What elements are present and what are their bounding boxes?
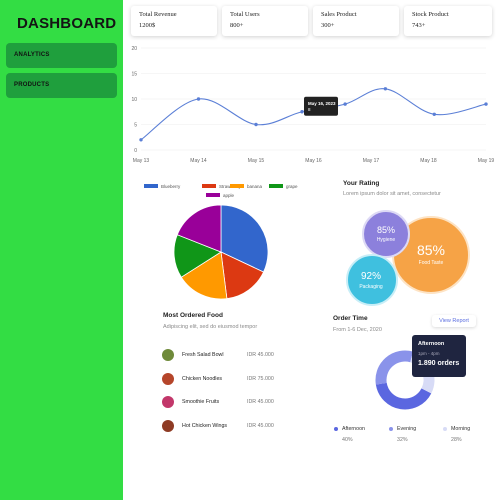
- chart-tooltip: May 16, 20238: [304, 96, 338, 116]
- legend-dot: [334, 426, 338, 431]
- bubble-packaging-label: Packaging: [359, 284, 383, 290]
- view-report-button[interactable]: View Report: [432, 315, 476, 327]
- food-name: Hot Chicken Wings: [182, 423, 228, 429]
- tooltip-title: May 16, 2023: [308, 101, 336, 106]
- legend-morning: Morning 28%: [443, 426, 470, 443]
- dashboard-title: DASHBOARD: [17, 15, 117, 32]
- food-price: IDR 45.000: [247, 399, 274, 405]
- stat-title: Stock Product: [412, 11, 449, 18]
- order-time-subtitle: From 1-6 Dec, 2020: [333, 327, 382, 333]
- data-point[interactable]: [254, 122, 258, 127]
- legend-label: Morning: [451, 426, 471, 432]
- data-point[interactable]: [432, 112, 436, 117]
- order-time-tooltip: Afternoon 1pm - 4pm 1.890 orders: [412, 335, 466, 377]
- stat-value: 1200$: [139, 22, 156, 29]
- stat-value: 743+: [412, 22, 426, 29]
- tooltip-value: 1.890 orders: [418, 360, 460, 367]
- stat-title: Sales Product: [321, 11, 357, 18]
- food-thumbnail: [162, 420, 174, 432]
- y-tick-label: 5: [134, 123, 137, 129]
- legend-swatch: [144, 184, 158, 188]
- y-tick-label: 0: [134, 148, 137, 154]
- food-price: IDR 45.000: [247, 423, 274, 429]
- legend-dot: [443, 426, 447, 431]
- food-name: Smoothie Fruits: [182, 399, 220, 405]
- stat-card-sales-product: Sales Product 300+: [313, 6, 399, 36]
- x-tick-label: May 13: [133, 158, 150, 164]
- rating-title: Your Rating: [343, 180, 380, 187]
- y-tick-label: 15: [131, 72, 137, 78]
- legend-swatch: [269, 184, 283, 188]
- donut-segment[interactable]: [375, 382, 432, 410]
- legend-label: grape: [286, 184, 298, 189]
- data-point[interactable]: [383, 87, 388, 91]
- donut-segment[interactable]: [375, 350, 414, 385]
- legend-label: Blueberry: [161, 184, 181, 189]
- tooltip-time: 1pm - 4pm: [418, 351, 440, 356]
- legend-label: Afternoon: [342, 426, 365, 432]
- y-tick-label: 20: [131, 46, 137, 52]
- bubble-food-taste-label: Food Taste: [419, 260, 444, 266]
- legend-label: apple: [223, 193, 235, 198]
- data-point[interactable]: [343, 102, 347, 106]
- bubble-packaging-value: 92%: [361, 271, 381, 282]
- line-chart: 0 5 10 15 20 May 13 May 14 May 15 May 16 May 17 Ma…: [131, 46, 495, 164]
- legend-swatch: [230, 184, 244, 188]
- x-tick-label: May 16: [305, 158, 322, 164]
- food-name: Fresh Salad Bowl: [182, 352, 224, 358]
- x-tick-label: May 19: [478, 158, 495, 164]
- stat-value: 300+: [321, 22, 335, 29]
- data-point[interactable]: [484, 102, 488, 106]
- stat-card-total-users: Total Users 800+: [222, 6, 308, 36]
- food-row[interactable]: Chicken Noodles IDR 75.000: [162, 373, 277, 387]
- stat-card-stock-product: Stock Product 743+: [404, 6, 492, 36]
- legend-label: Evening: [397, 426, 417, 432]
- most-ordered-subtitle: Adipiscing elit, sed do eiusmod tempor: [163, 324, 258, 330]
- stat-card-total-revenue: Total Revenue 1200$: [131, 6, 217, 36]
- bubble-hygiene-value: 85%: [377, 225, 395, 235]
- food-thumbnail: [162, 373, 174, 385]
- legend-percent: 28%: [451, 437, 462, 443]
- food-name: Chicken Noodles: [182, 376, 223, 382]
- stat-title: Total Revenue: [139, 11, 177, 18]
- food-row[interactable]: Smoothie Fruits IDR 45.000: [162, 396, 277, 410]
- pie-chart: Blueberry Strawberry banana grapeapple: [144, 184, 298, 300]
- legend-afternoon: Afternoon 40%: [334, 426, 365, 443]
- food-row[interactable]: Hot Chicken Wings IDR 45.000: [162, 420, 277, 434]
- legend-swatch: [202, 184, 216, 188]
- most-ordered-title: Most Ordered Food: [163, 312, 223, 319]
- x-tick-label: May 15: [248, 158, 265, 164]
- x-tick-label: May 17: [363, 158, 380, 164]
- tooltip-title: Afternoon: [418, 341, 445, 347]
- data-point[interactable]: [139, 138, 143, 142]
- order-time-title: Order Time: [333, 315, 368, 322]
- legend-percent: 40%: [342, 437, 353, 443]
- sidebar: DASHBOARD ANALYTICS PRODUCTS: [0, 0, 123, 500]
- data-point[interactable]: [196, 97, 201, 101]
- bubble-food-taste-value: 85%: [417, 242, 445, 258]
- food-price: IDR 45.000: [247, 352, 274, 358]
- legend-percent: 32%: [397, 437, 408, 443]
- legend-evening: Evening 32%: [389, 426, 416, 443]
- food-price: IDR 75.000: [247, 376, 274, 382]
- data-point[interactable]: [300, 110, 304, 114]
- legend-dot: [389, 426, 393, 431]
- rating-subtitle: Lorem ipsum dolor sit amet, consectetur: [343, 191, 441, 197]
- y-tick-label: 10: [131, 97, 137, 103]
- bubble-hygiene-label: Hygiene: [377, 237, 396, 243]
- x-tick-label: May 18: [420, 158, 437, 164]
- sidebar-item-analytics[interactable]: ANALYTICS: [6, 43, 117, 68]
- food-row[interactable]: Fresh Salad Bowl IDR 45.000: [162, 349, 277, 363]
- legend-swatch: [206, 193, 220, 197]
- food-thumbnail: [162, 349, 174, 361]
- sidebar-item-products[interactable]: PRODUCTS: [6, 73, 117, 98]
- x-tick-label: May 14: [190, 158, 207, 164]
- stat-title: Total Users: [230, 11, 260, 18]
- rating-bubbles: 85% Food Taste 85% Hygiene 92% Packaging: [346, 210, 470, 306]
- stat-value: 800+: [230, 22, 244, 29]
- legend-label: banana: [247, 184, 263, 189]
- food-thumbnail: [162, 396, 174, 408]
